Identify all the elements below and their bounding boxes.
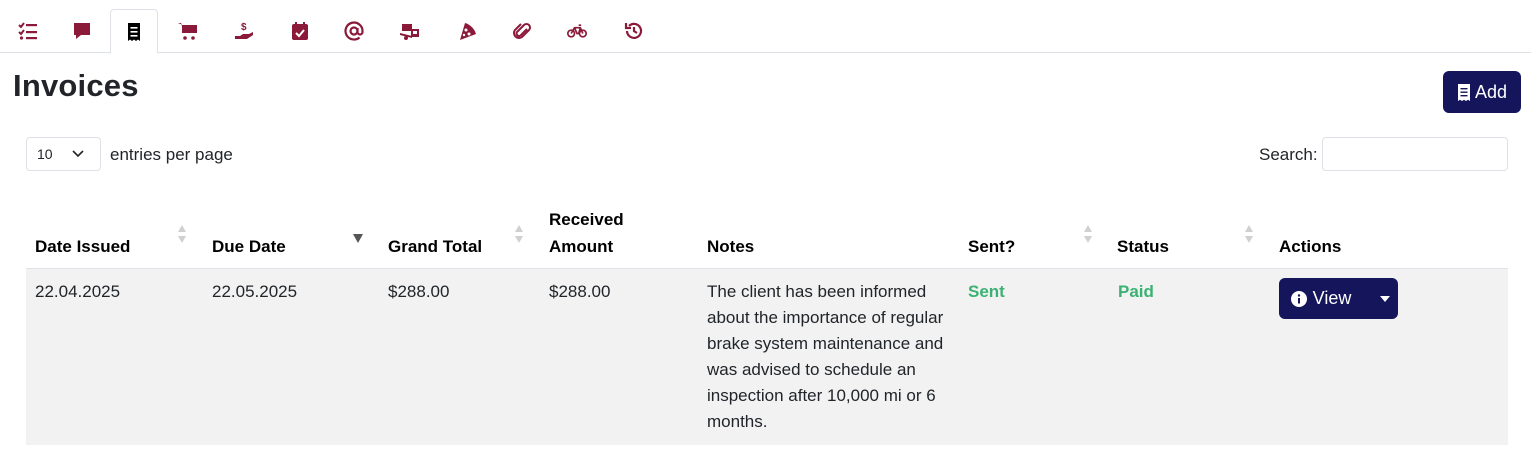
tab-delivery[interactable] (386, 9, 434, 53)
tab-comments[interactable] (58, 9, 106, 53)
header-date-issued[interactable]: Date Issued (35, 233, 130, 260)
info-icon (1290, 290, 1307, 307)
at-icon (344, 21, 364, 41)
sort-icon (515, 225, 523, 243)
tab-bar: $ (0, 0, 1531, 54)
pizza-slice-icon (460, 23, 476, 40)
view-button-label: View (1312, 288, 1352, 308)
cell-grand-total: $288.00 (388, 282, 450, 301)
tab-cart[interactable] (164, 9, 212, 53)
tab-calendar[interactable] (276, 9, 324, 53)
view-button[interactable]: View (1279, 278, 1363, 319)
cart-icon (178, 23, 197, 40)
cell-date-issued: 22.04.2025 (35, 282, 121, 301)
sort-icon (178, 225, 186, 243)
cell-sent-status: Sent (968, 282, 1005, 301)
cell-payment-status: Paid (1118, 282, 1154, 301)
view-button-group: View (1279, 278, 1398, 319)
sort-icon (1084, 225, 1092, 243)
add-button-label: Add (1474, 81, 1508, 102)
bicycle-icon (567, 24, 587, 38)
header-grand-total[interactable]: Grand Total (388, 233, 482, 260)
sort-icon (1245, 225, 1253, 243)
cell-notes: The client has been informed about the i… (707, 282, 944, 431)
caret-down-icon (1379, 295, 1390, 302)
tab-history[interactable] (610, 9, 658, 53)
tab-bicycle[interactable] (553, 9, 601, 53)
search-input[interactable] (1322, 137, 1508, 171)
page-title: Invoices (13, 68, 139, 103)
sort-desc-icon (353, 234, 363, 243)
comment-icon (74, 23, 90, 39)
tab-payments[interactable]: $ (220, 9, 268, 53)
checklist-icon (18, 22, 37, 40)
svg-text:$: $ (241, 22, 247, 33)
history-icon (624, 22, 643, 39)
header-due-date[interactable]: Due Date (212, 233, 286, 260)
receipt-icon (128, 22, 140, 41)
header-received-amount-line1[interactable]: Received (549, 206, 624, 233)
header-actions: Actions (1279, 237, 1342, 256)
header-status[interactable]: Status (1117, 233, 1169, 260)
calendar-check-icon (292, 22, 308, 40)
header-notes: Notes (707, 237, 755, 256)
receipt-icon (1457, 83, 1470, 101)
tab-attachments[interactable] (498, 9, 546, 53)
entries-value: 10 (37, 146, 53, 162)
chevron-down-icon (72, 150, 84, 158)
cell-due-date: 22.05.2025 (212, 282, 298, 301)
tab-email[interactable] (330, 9, 378, 53)
tab-checklist[interactable] (4, 9, 52, 53)
cell-received-amount: $288.00 (549, 282, 611, 301)
tab-invoices[interactable] (110, 9, 158, 54)
tab-food[interactable] (444, 9, 492, 53)
entries-per-page-select[interactable]: 10 (26, 137, 101, 171)
hand-dollar-icon: $ (235, 22, 253, 39)
header-sent[interactable]: Sent? (968, 233, 1015, 260)
entries-per-page-label: entries per page (110, 145, 233, 164)
paperclip-icon (513, 22, 532, 39)
add-invoice-button[interactable]: Add (1443, 71, 1521, 113)
header-received-amount-line2[interactable]: Amount (549, 233, 613, 260)
search-label: Search: (1259, 145, 1318, 164)
truck-ramp-icon (400, 24, 419, 40)
actions-dropdown-toggle[interactable] (1371, 278, 1398, 319)
